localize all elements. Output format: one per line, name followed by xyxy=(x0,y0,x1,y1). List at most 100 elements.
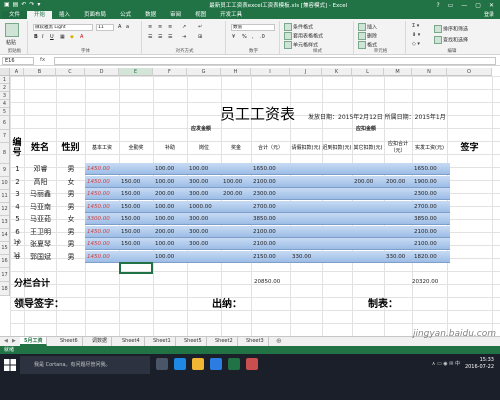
borders-icon[interactable]: ▦ xyxy=(60,34,65,40)
cell-attendance[interactable]: 150.00 xyxy=(121,213,152,225)
cell-gender[interactable]: 男 xyxy=(58,238,84,250)
number-format-combo[interactable]: 数值 xyxy=(231,24,275,31)
increase-decimal-icon[interactable]: .0 xyxy=(260,34,265,40)
edge-browser-icon[interactable] xyxy=(174,358,186,370)
percent-icon[interactable]: % xyxy=(242,34,247,40)
customize-qat-icon[interactable]: ▾ xyxy=(37,0,40,10)
cell-no[interactable]: 2 xyxy=(12,176,23,188)
cell-late[interactable] xyxy=(324,238,351,250)
sheet-tab-sheet6[interactable]: Sheet6 xyxy=(56,337,83,346)
row-header-4[interactable]: 4 xyxy=(0,100,10,108)
cell-base[interactable]: 3300.00 xyxy=(87,213,118,225)
cell-late[interactable] xyxy=(324,251,351,263)
cell-net[interactable]: 1820.00 xyxy=(414,251,446,263)
cell-name[interactable]: 马亚南 xyxy=(26,201,55,213)
sign-in-link[interactable]: 登录 xyxy=(484,11,500,19)
cell-net[interactable]: 2300.00 xyxy=(414,188,446,200)
cell-attendance[interactable]: 150.00 xyxy=(121,188,152,200)
font-size-combo[interactable]: 11 xyxy=(96,24,114,31)
cell-deduct-total[interactable] xyxy=(386,238,411,250)
cell-late[interactable] xyxy=(324,213,351,225)
windows-start-icon[interactable] xyxy=(3,358,17,372)
column-header-l[interactable]: L xyxy=(352,68,384,76)
row-header-16[interactable]: 16 xyxy=(0,255,10,268)
cell-gender[interactable]: 男 xyxy=(58,226,84,238)
cell-bonus[interactable] xyxy=(223,226,250,238)
grow-font-icon[interactable]: A xyxy=(118,24,121,30)
row-header-17[interactable]: 17 xyxy=(0,268,10,282)
cell-no[interactable]: 4 xyxy=(12,201,23,213)
cell-subsidy[interactable]: 100.00 xyxy=(155,238,186,250)
wrap-text-icon[interactable]: ↵ xyxy=(198,24,202,30)
cell-total[interactable]: 1650.00 xyxy=(253,163,289,175)
cell-leave[interactable] xyxy=(292,238,321,250)
cell-no[interactable]: 3 xyxy=(12,188,23,200)
sheet-tab-5yue[interactable]: 5月工资 xyxy=(20,337,48,346)
sheet-tab-sheet1[interactable]: Sheet1 xyxy=(149,337,176,346)
sheet-tab-tiaoshuju[interactable]: 调数据 xyxy=(88,337,113,346)
row-header-7[interactable]: 7 xyxy=(0,130,10,143)
clear-icon[interactable]: ◇ ▾ xyxy=(412,41,420,47)
cell-name[interactable]: 张夏琴 xyxy=(26,238,55,250)
excel-taskbar-icon[interactable] xyxy=(228,358,240,370)
undo-icon[interactable]: ↶ xyxy=(21,0,26,10)
cell-attendance[interactable]: 150.00 xyxy=(121,201,152,213)
merge-center-icon[interactable]: ⊞ xyxy=(198,34,202,40)
cell-total[interactable]: 2100.00 xyxy=(253,176,289,188)
cell-subsidy[interactable]: 200.00 xyxy=(155,226,186,238)
cell-other[interactable]: 200.00 xyxy=(354,176,383,188)
cell-net[interactable]: 3850.00 xyxy=(414,213,446,225)
cell-no[interactable]: 5 xyxy=(12,213,23,225)
cell-no[interactable]: 1 xyxy=(12,163,23,175)
fill-icon[interactable]: ⬇ ▾ xyxy=(412,32,420,38)
insert-cells-button[interactable]: 插入 xyxy=(358,23,377,31)
cell-base[interactable]: 1450.00 xyxy=(87,251,118,263)
conditional-format-button[interactable]: 条件格式 xyxy=(284,23,313,31)
delete-cells-button[interactable]: 删除 xyxy=(358,32,377,40)
cell-gender[interactable]: 女 xyxy=(58,213,84,225)
cell-attendance[interactable] xyxy=(121,163,152,175)
fill-color-icon[interactable]: ◆ xyxy=(70,34,74,40)
cell-other[interactable] xyxy=(354,163,383,175)
column-header-f[interactable]: F xyxy=(153,68,187,76)
column-header-e[interactable]: E xyxy=(119,68,153,76)
row-header-1[interactable]: 1 xyxy=(0,76,10,84)
tab-insert[interactable]: 插入 xyxy=(52,11,77,19)
cell-name[interactable]: 邓睿 xyxy=(26,163,55,175)
shrink-font-icon[interactable]: a xyxy=(126,24,129,30)
cell-position[interactable]: 300.00 xyxy=(189,188,220,200)
cell-position[interactable]: 300.00 xyxy=(189,213,220,225)
align-bottom-icon[interactable]: ≡ xyxy=(168,24,172,30)
prev-sheet-icon[interactable]: ◀ xyxy=(4,337,8,346)
cell-name[interactable]: 马亚茹 xyxy=(26,213,55,225)
cell-other[interactable] xyxy=(354,188,383,200)
cortana-search-box[interactable]: 我是 Cortana。有问题尽管问我。 xyxy=(20,356,150,374)
cell-name[interactable]: 马丽鑫 xyxy=(26,188,55,200)
column-header-i[interactable]: I xyxy=(251,68,290,76)
tab-formulas[interactable]: 公式 xyxy=(113,11,138,19)
cell-base[interactable]: 1450.00 xyxy=(87,226,118,238)
cell-base[interactable]: 1450.00 xyxy=(87,176,118,188)
cell-position[interactable] xyxy=(189,251,220,263)
cell-leave[interactable] xyxy=(292,163,321,175)
cell-gender[interactable]: 男 xyxy=(58,201,84,213)
column-header-a[interactable]: A xyxy=(10,68,24,76)
sheet-tab-sheet3[interactable]: Sheet3 xyxy=(242,337,269,346)
cell-position[interactable]: 300.00 xyxy=(189,238,220,250)
cell-attendance[interactable] xyxy=(121,251,152,263)
cell-total[interactable]: 2300.00 xyxy=(253,188,289,200)
cell-subsidy[interactable]: 100.00 xyxy=(155,213,186,225)
indent-icon[interactable]: ⇥ xyxy=(182,34,186,40)
cell-total[interactable]: 2150.00 xyxy=(253,251,289,263)
formula-input[interactable] xyxy=(54,57,496,65)
cell-other[interactable] xyxy=(354,213,383,225)
cell-leave[interactable] xyxy=(292,226,321,238)
cell-net[interactable]: 2100.00 xyxy=(414,238,446,250)
cell-base[interactable]: 1450.00 xyxy=(87,238,118,250)
column-header-n[interactable]: N xyxy=(412,68,447,76)
underline-icon[interactable]: U xyxy=(50,34,54,40)
minimize-button[interactable]: — xyxy=(461,2,467,9)
tab-review[interactable]: 审阅 xyxy=(163,11,188,19)
cell-net[interactable]: 1900.00 xyxy=(414,176,446,188)
selected-cell[interactable] xyxy=(119,262,153,274)
